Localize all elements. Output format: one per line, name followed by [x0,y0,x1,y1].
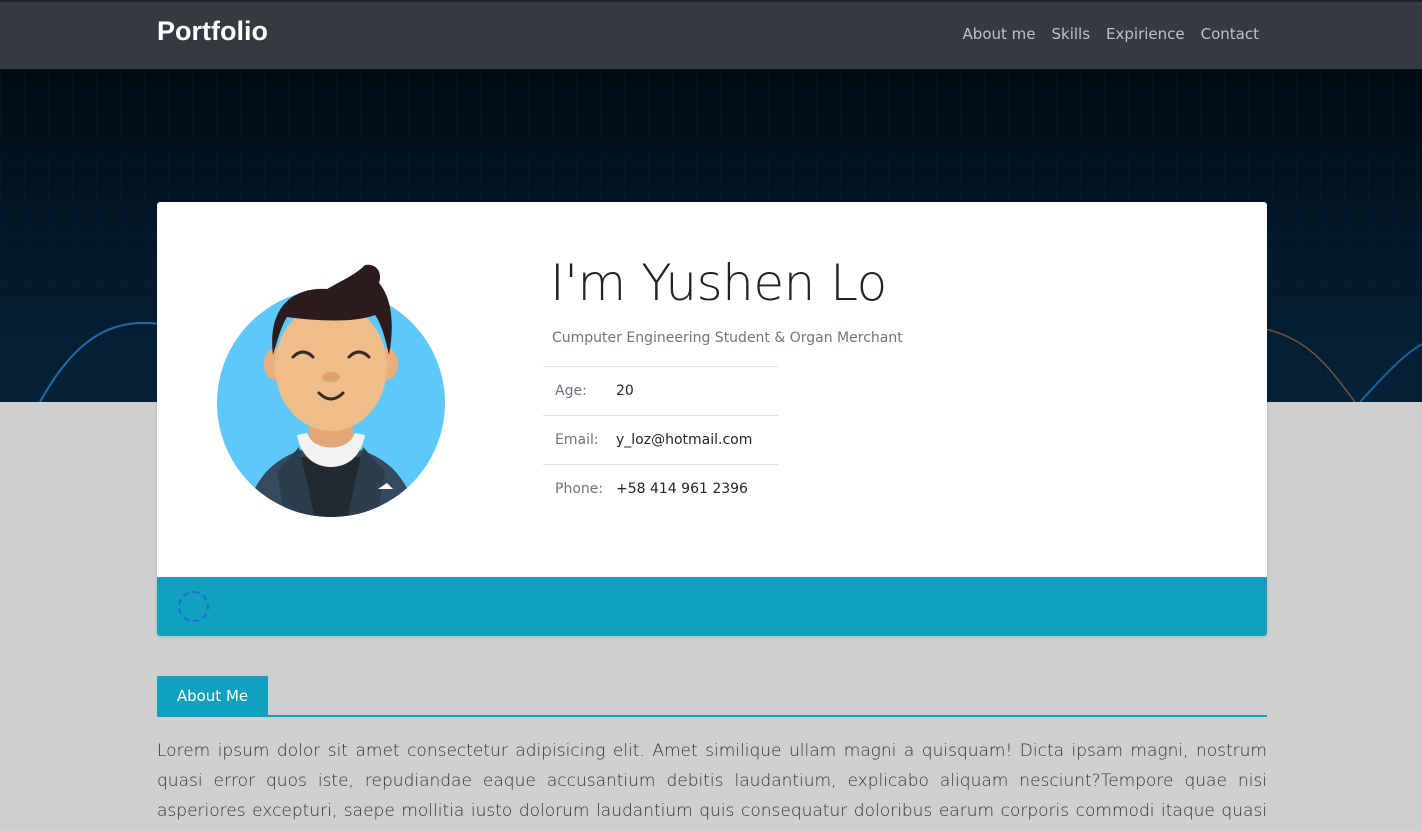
about-me-tab[interactable]: About Me [157,676,268,715]
navbar: Portfolio About me Skills Expirience Con… [0,0,1422,69]
avatar [215,257,447,519]
profile-card: I'm Yushen Lo Cumputer Engineering Stude… [157,202,1267,636]
about-text: Lorem ipsum dolor sit amet consectetur a… [157,741,1267,821]
nav-link-contact[interactable]: Contact [1201,25,1259,43]
card-footer [157,577,1267,636]
brand-logo[interactable]: Portfolio [157,16,268,47]
info-value: y_loz@hotmail.com [616,415,778,465]
info-value: +58 414 961 2396 [616,464,778,514]
info-row-age: Age: 20 [543,366,778,416]
nav-link-experience[interactable]: Expirience [1106,25,1185,43]
info-value: 20 [616,366,778,416]
info-label: Phone: [543,464,616,514]
nav-links: About me Skills Expirience Contact [963,25,1259,43]
info-row-email: Email: y_loz@hotmail.com [543,415,778,465]
info-row-phone: Phone: +58 414 961 2396 [543,464,778,514]
info-label: Age: [543,366,616,416]
nav-link-skills[interactable]: Skills [1052,25,1091,43]
avatar-illustration-icon [217,264,445,517]
loading-circle-icon [178,591,209,622]
profile-subtitle: Cumputer Engineering Student & Organ Mer… [552,330,903,346]
profile-name: I'm Yushen Lo [550,254,887,312]
info-label: Email: [543,415,616,465]
nav-link-about-me[interactable]: About me [963,25,1036,43]
profile-info-table: Age: 20 Email: y_loz@hotmail.com Phone: … [543,366,778,514]
about-divider [157,715,1267,717]
